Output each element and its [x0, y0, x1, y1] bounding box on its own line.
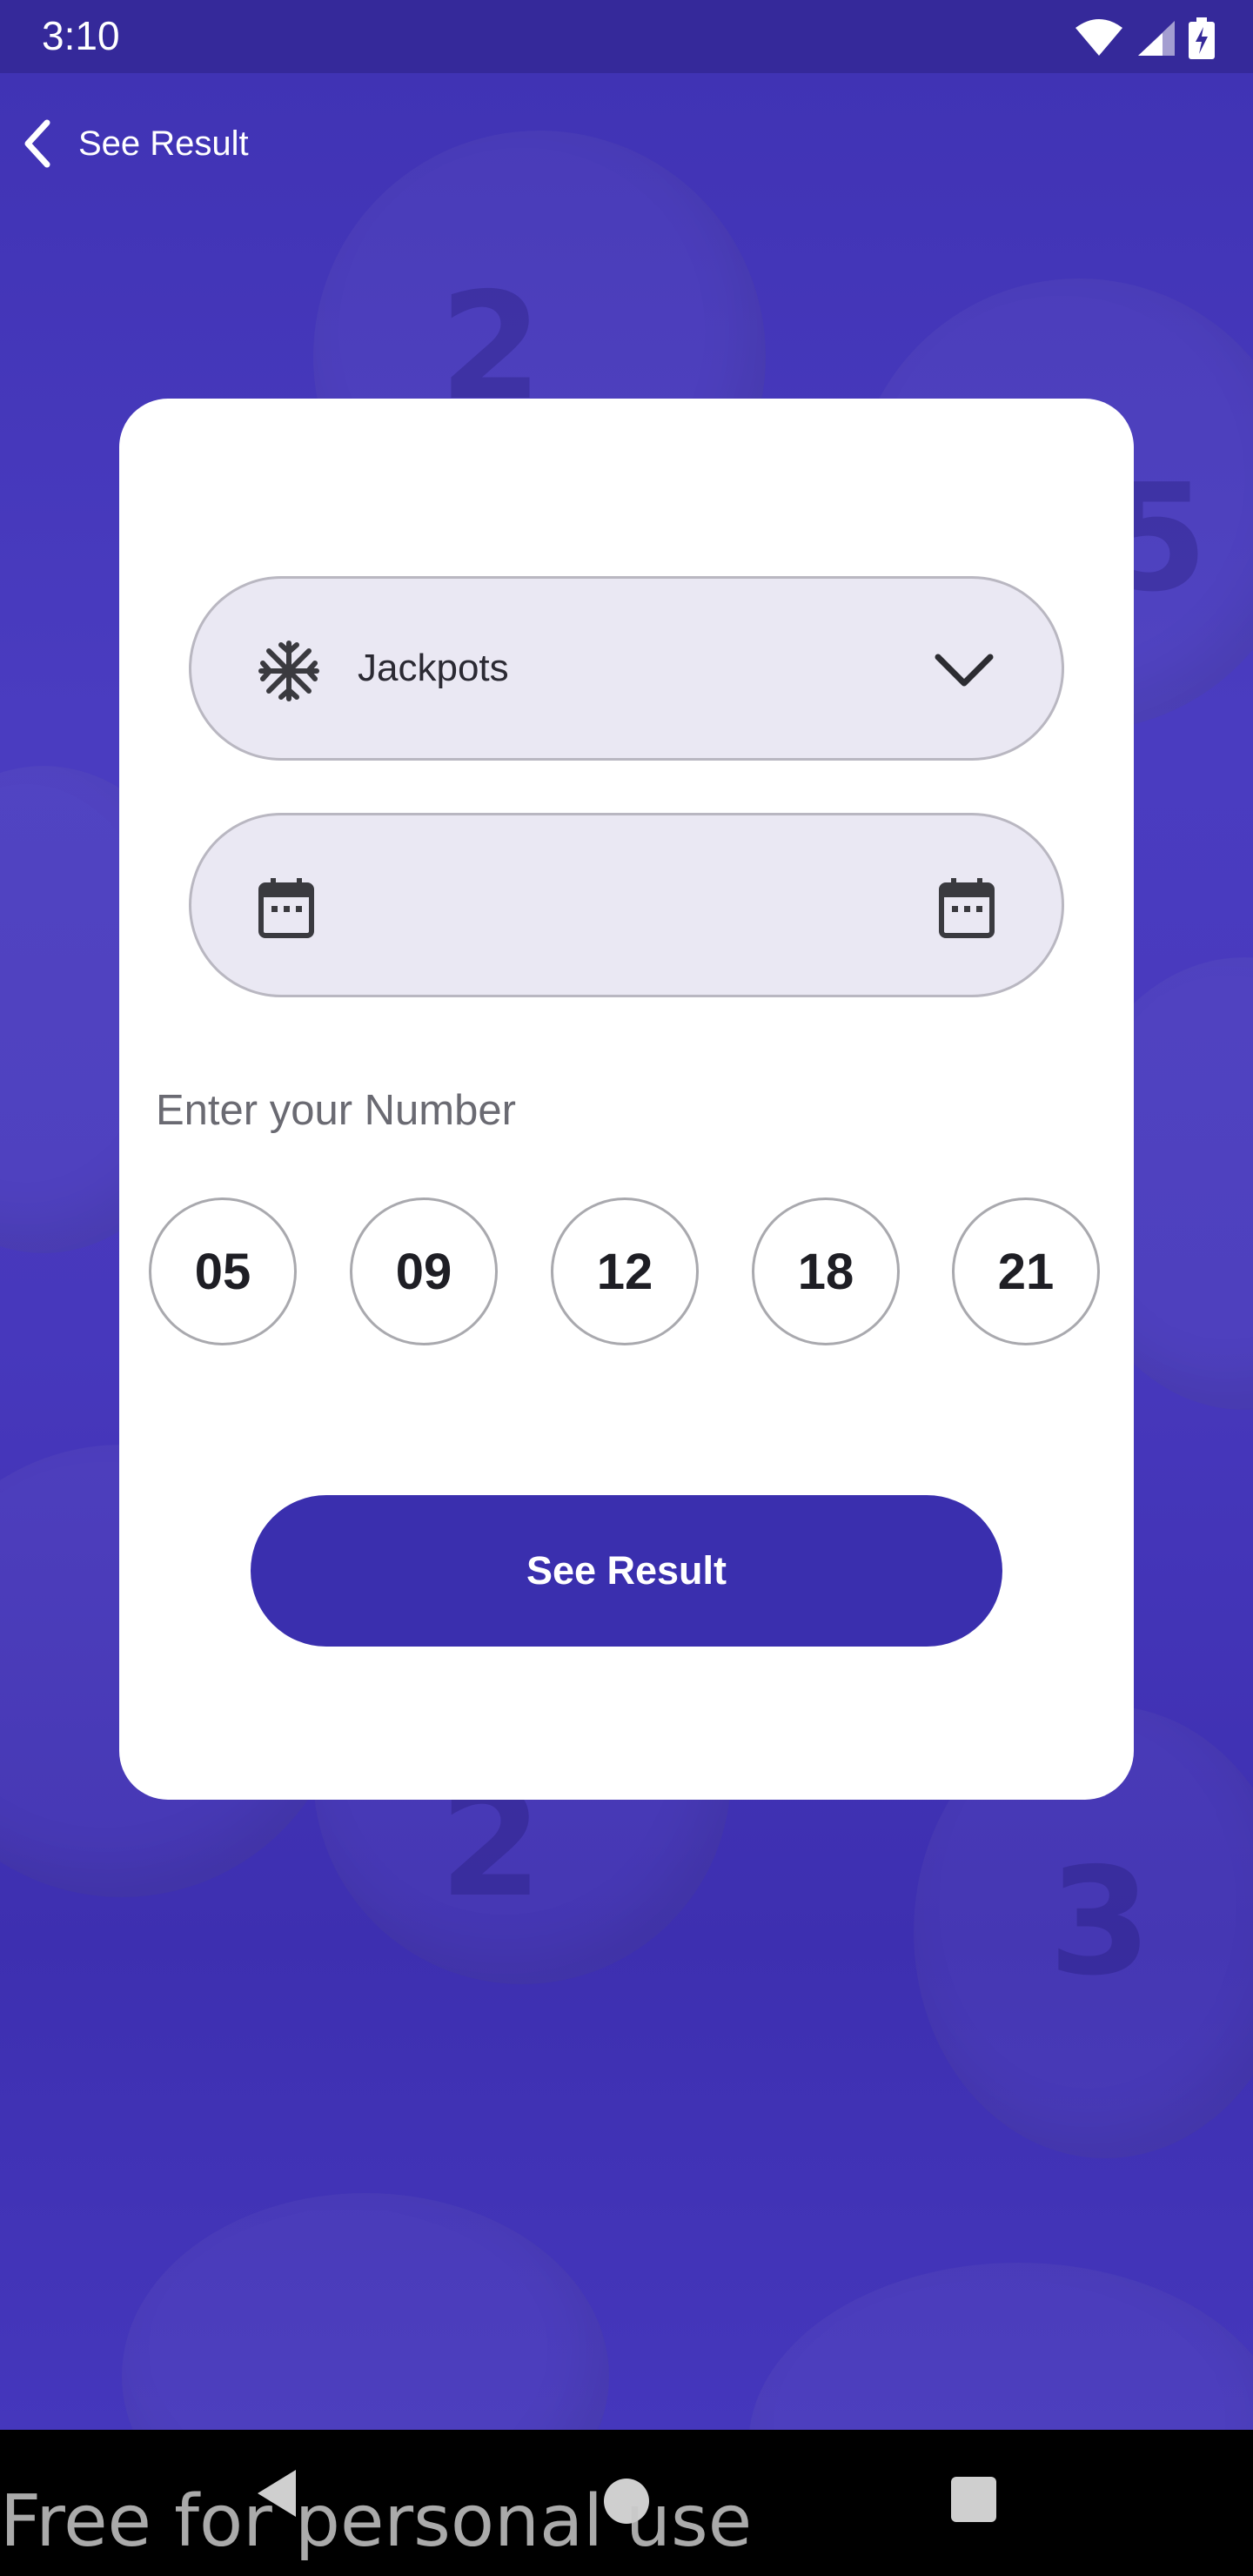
chevron-left-icon	[24, 119, 50, 168]
nav-recents-icon[interactable]	[951, 2477, 996, 2522]
see-result-button[interactable]: See Result	[251, 1495, 1002, 1647]
decor-bubble	[122, 2193, 609, 2430]
decor-bubble	[748, 2263, 1253, 2430]
page-title: See Result	[78, 124, 249, 163]
date-picker-field[interactable]	[189, 813, 1064, 997]
number-ball[interactable]: 05	[149, 1197, 297, 1345]
category-selected-value: Jackpots	[358, 647, 509, 689]
status-icons	[1074, 17, 1215, 59]
status-time: 3:10	[42, 13, 120, 58]
battery-charging-icon	[1189, 17, 1215, 59]
numbers-label: Enter your Number	[156, 1087, 516, 1134]
signal-icon	[1138, 21, 1175, 56]
number-ball[interactable]: 21	[952, 1197, 1100, 1345]
back-button[interactable]: See Result	[17, 104, 249, 183]
number-ball[interactable]: 12	[551, 1197, 699, 1345]
category-dropdown[interactable]: Jackpots	[189, 576, 1064, 761]
calendar-icon[interactable]	[938, 876, 995, 939]
watermark-text: Free for personal use	[0, 2480, 753, 2563]
calendar-icon[interactable]	[258, 876, 315, 939]
chevron-down-icon	[935, 654, 994, 687]
number-ball[interactable]: 09	[350, 1197, 498, 1345]
wifi-icon	[1075, 19, 1122, 56]
status-bar: 3:10	[0, 0, 1253, 73]
decor-number: 3	[1049, 1836, 1152, 2009]
app-bar: See Result	[0, 104, 1253, 183]
snowflake-icon	[258, 641, 319, 701]
number-balls: 05 09 12 18 21	[149, 1197, 1106, 1351]
result-form-card: Jackpots Enter your Number 05 09 12 18 2…	[119, 399, 1134, 1800]
number-ball[interactable]: 18	[752, 1197, 900, 1345]
